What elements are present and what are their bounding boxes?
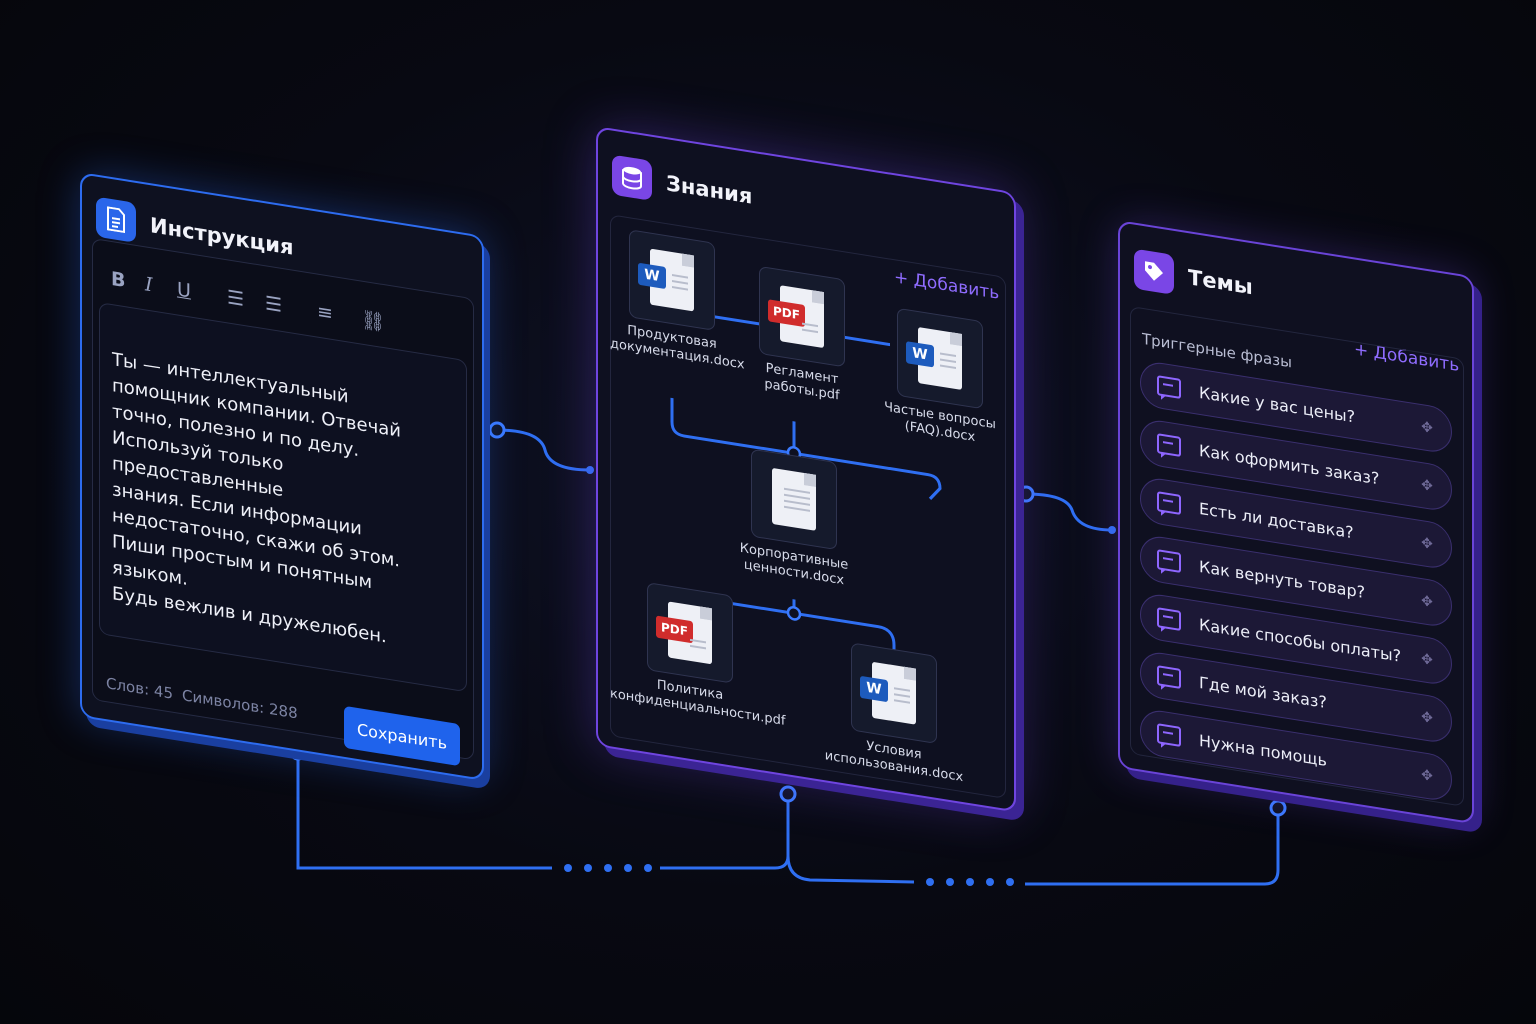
wire-instruction-knowledge (496, 428, 591, 472)
port-topics-bottom (1269, 799, 1287, 817)
word-file-icon: W (851, 642, 937, 745)
word-file-icon: W (897, 307, 983, 410)
doc-terms-of-use[interactable]: W Условия использования.docx (824, 638, 964, 786)
doc-faq[interactable]: W Частые вопросы (FAQ).docx (870, 303, 1010, 451)
port-knowledge-right (1017, 485, 1035, 503)
port-instruction-right (488, 421, 506, 439)
wire-knowledge-topics (1025, 492, 1113, 532)
wire-bottom-mid-left (660, 794, 790, 870)
drag-handle-icon[interactable]: ✥ (1417, 592, 1437, 611)
topics-title: Темы (1188, 265, 1253, 300)
canvas: Инструкция ↶ ↷ ⋯ B I U ☰ ☰ ≡ ⛓ Ты — инте… (0, 0, 1536, 1024)
chat-icon (1157, 375, 1181, 399)
drag-handle-icon[interactable]: ✥ (1417, 476, 1437, 495)
topics-header: Темы (1134, 248, 1253, 308)
topics-panel: Темы + Добавить Триггерные фразы Какие у… (1118, 220, 1474, 825)
instruction-text[interactable]: Ты — интеллектуальный помощник компании.… (112, 347, 442, 659)
wire-bottom-mid-right (786, 855, 915, 884)
chat-icon (1157, 665, 1181, 689)
pdf-file-icon: PDF (647, 582, 733, 684)
word-file-icon: W (629, 229, 715, 331)
pdf-file-icon: PDF (759, 265, 845, 368)
drag-handle-icon[interactable]: ✥ (1417, 418, 1437, 437)
generic-file-icon (751, 448, 837, 551)
drag-handle-icon[interactable]: ✥ (1417, 650, 1437, 669)
bulleted-list-icon[interactable]: ☰ (227, 286, 244, 311)
chat-icon (1157, 549, 1181, 573)
link-icon[interactable]: ⛓ (361, 308, 385, 335)
align-icon[interactable]: ≡ (317, 301, 333, 326)
doc-product-documentation[interactable]: W Продуктовая документация.docx (610, 226, 745, 373)
wire-bottom-right (1025, 808, 1280, 886)
doc-corporate-values[interactable]: Корпоративные ценности.docx (732, 446, 856, 592)
chat-icon (1157, 491, 1181, 515)
instruction-panel: Инструкция ↶ ↷ ⋯ B I U ☰ ☰ ≡ ⛓ Ты — инте… (80, 172, 484, 781)
chat-icon (1157, 433, 1181, 457)
chat-icon (1157, 607, 1181, 631)
tag-icon (1134, 248, 1174, 295)
drag-handle-icon[interactable]: ✥ (1417, 708, 1437, 727)
underline-button[interactable]: U (177, 278, 191, 302)
port-knowledge-bottom (779, 785, 797, 803)
chat-icon (1157, 723, 1181, 747)
numbered-list-icon[interactable]: ☰ (265, 292, 282, 317)
doc-privacy-policy[interactable]: PDF Политика конфиденциальности.pdf (610, 576, 785, 729)
bold-button[interactable]: B (111, 268, 125, 292)
italic-button[interactable]: I (145, 273, 153, 296)
drag-handle-icon[interactable]: ✥ (1417, 534, 1437, 553)
document-icon (96, 196, 136, 243)
doc-work-regulations[interactable]: PDF Регламент работы.pdf (740, 263, 864, 409)
drag-handle-icon[interactable]: ✥ (1417, 766, 1437, 785)
knowledge-panel: Знания + Добавить W Продуктовая документ… (596, 126, 1016, 813)
